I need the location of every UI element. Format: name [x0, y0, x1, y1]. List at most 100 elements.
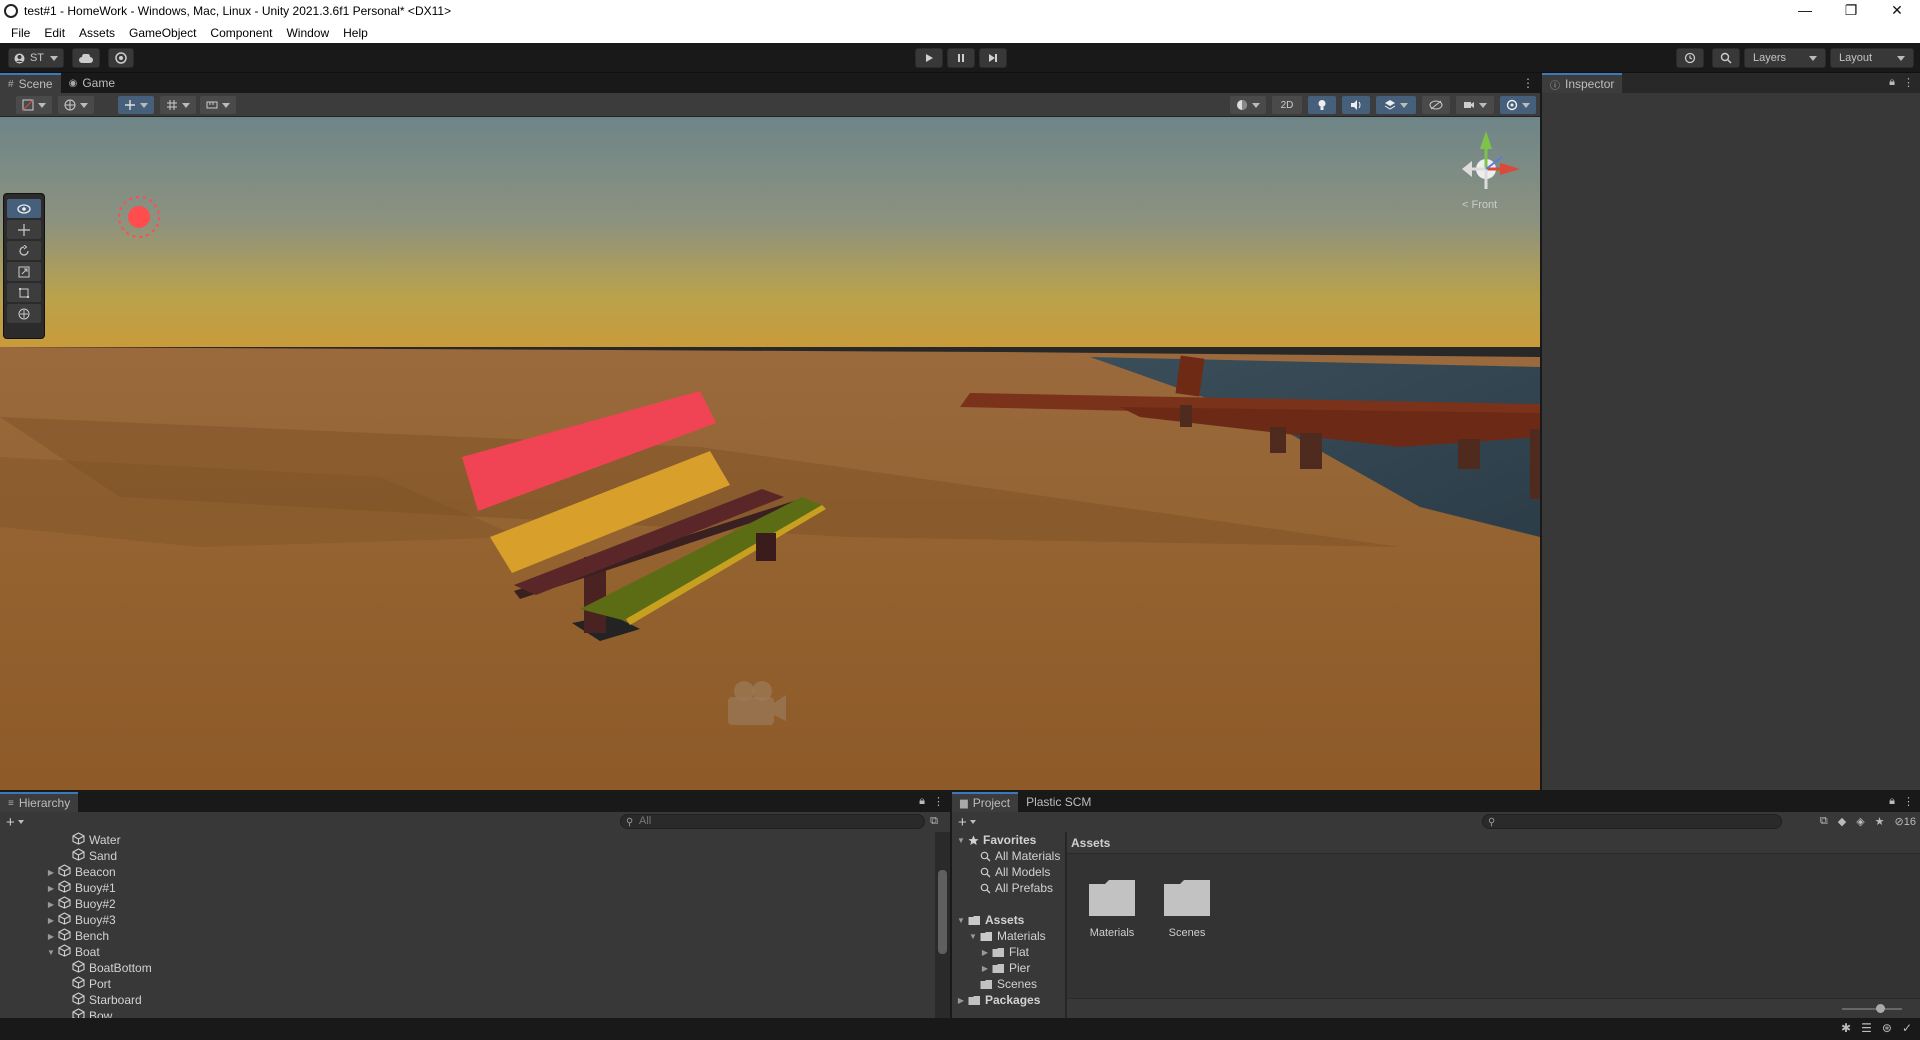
chevron-down-icon[interactable]: ▼: [46, 948, 56, 957]
label-icon[interactable]: ◈: [1856, 815, 1864, 828]
menu-gameobject[interactable]: GameObject: [122, 26, 203, 40]
close-button[interactable]: ✕: [1874, 0, 1920, 22]
collab-button[interactable]: [108, 48, 134, 68]
menu-assets[interactable]: Assets: [72, 26, 122, 40]
layers-dropdown[interactable]: Layers: [1744, 48, 1826, 68]
scene-visibility-icon[interactable]: ⧉: [930, 815, 938, 828]
project-tree-item[interactable]: All Materials: [952, 848, 1065, 864]
menu-window[interactable]: Window: [279, 26, 336, 40]
chevron-right-icon[interactable]: ▶: [46, 868, 56, 877]
tab-game[interactable]: ◉ Game: [60, 73, 124, 93]
asset-folder-scenes[interactable]: Scenes: [1152, 876, 1222, 939]
lock-icon[interactable]: 🔒︎: [919, 795, 925, 808]
progress-check-icon[interactable]: ✓: [1902, 1021, 1912, 1035]
chevron-right-icon[interactable]: ▶: [46, 900, 56, 909]
move-snap-dropdown[interactable]: [118, 96, 154, 114]
view-tool-button[interactable]: [7, 199, 41, 218]
audio-toggle[interactable]: [1342, 96, 1370, 114]
project-tree-item[interactable]: ▶ Packages: [952, 992, 1065, 1008]
chevron-right-icon[interactable]: ▶: [46, 932, 56, 941]
more-options-icon[interactable]: ⋮: [933, 795, 944, 808]
scene-viewport[interactable]: < Front: [0, 117, 1540, 790]
favorite-star-icon[interactable]: ★: [1875, 815, 1885, 828]
filter-icon[interactable]: ◆: [1838, 815, 1846, 828]
project-tree-item[interactable]: ▶ Pier: [952, 960, 1065, 976]
project-tree-item[interactable]: All Models: [952, 864, 1065, 880]
icon-size-slider[interactable]: [1842, 1004, 1902, 1013]
lighting-toggle[interactable]: [1308, 96, 1336, 114]
chevron-right-icon[interactable]: ▶: [46, 916, 56, 925]
tab-plastic-scm[interactable]: Plastic SCM: [1018, 792, 1100, 812]
account-dropdown[interactable]: ST: [8, 48, 64, 68]
menu-help[interactable]: Help: [336, 26, 375, 40]
search-by-type-icon[interactable]: ⧉: [1820, 815, 1828, 828]
history-button[interactable]: [1676, 48, 1704, 68]
project-tree-item[interactable]: ▶ Flat: [952, 944, 1065, 960]
rotate-tool-button[interactable]: [7, 241, 41, 260]
search-button[interactable]: [1712, 48, 1740, 68]
tab-project[interactable]: ▆ Project: [952, 792, 1019, 812]
gizmos-dropdown[interactable]: [1500, 96, 1536, 114]
transform-tool-button[interactable]: [7, 304, 41, 323]
effects-dropdown[interactable]: [1376, 96, 1416, 114]
chevron-down-icon[interactable]: ▼: [968, 932, 978, 941]
hierarchy-scrollbar[interactable]: [935, 832, 950, 1018]
hierarchy-item[interactable]: ▶ Buoy#2: [0, 896, 935, 912]
gizmo-view-label[interactable]: < Front: [1462, 199, 1497, 211]
project-search-input[interactable]: ⚲: [1482, 814, 1782, 829]
cloud-button[interactable]: [72, 48, 100, 68]
scale-tool-button[interactable]: [7, 262, 41, 281]
chevron-right-icon[interactable]: ▶: [46, 884, 56, 893]
asset-folder-materials[interactable]: Materials: [1077, 876, 1147, 939]
grid-snap-dropdown[interactable]: [160, 96, 196, 114]
chevron-right-icon[interactable]: ▶: [980, 948, 990, 957]
hierarchy-item[interactable]: ▶ Buoy#3: [0, 912, 935, 928]
menu-file[interactable]: File: [4, 26, 37, 40]
project-tree-item[interactable]: Scenes: [952, 976, 1065, 992]
layout-dropdown[interactable]: Layout: [1830, 48, 1914, 68]
more-options-icon[interactable]: ⋮: [1903, 76, 1914, 89]
toggle-2d-button[interactable]: 2D: [1272, 96, 1302, 114]
chevron-right-icon[interactable]: ▶: [956, 996, 966, 1005]
create-asset-dropdown[interactable]: +: [958, 814, 976, 831]
chevron-down-icon[interactable]: ▼: [956, 836, 966, 845]
step-button[interactable]: [979, 48, 1007, 68]
hierarchy-item[interactable]: BoatBottom: [0, 960, 935, 976]
hidden-packages-toggle[interactable]: ⊘16: [1895, 815, 1916, 828]
database-icon[interactable]: ☰: [1861, 1021, 1872, 1035]
breadcrumb[interactable]: Assets: [1067, 832, 1920, 854]
hierarchy-item[interactable]: Port: [0, 976, 935, 992]
menu-component[interactable]: Component: [203, 26, 279, 40]
tab-scene[interactable]: # Scene: [0, 73, 61, 93]
project-tree-item[interactable]: ▼ Materials: [952, 928, 1065, 944]
hierarchy-item[interactable]: ▶ Bench: [0, 928, 935, 944]
render-mode-dropdown[interactable]: [58, 96, 94, 114]
project-tree-item[interactable]: All Prefabs: [952, 880, 1065, 896]
scrollbar-thumb[interactable]: [938, 870, 947, 954]
maximize-button[interactable]: ❐: [1828, 0, 1874, 22]
play-button[interactable]: [915, 48, 943, 68]
hierarchy-item[interactable]: ▶ Buoy#1: [0, 880, 935, 896]
menu-edit[interactable]: Edit: [37, 26, 72, 40]
lock-icon[interactable]: 🔒︎: [1889, 795, 1895, 808]
hidden-objects-toggle[interactable]: [1422, 96, 1450, 114]
camera-settings-dropdown[interactable]: [1456, 96, 1494, 114]
lock-icon[interactable]: 🔒︎: [1889, 76, 1895, 89]
slider-thumb[interactable]: [1876, 1004, 1885, 1013]
increment-snap-dropdown[interactable]: [200, 96, 236, 114]
chevron-down-icon[interactable]: ▼: [956, 916, 966, 925]
tab-inspector[interactable]: ⓘ Inspector: [1542, 73, 1623, 93]
project-tree-item[interactable]: ▼ Favorites: [952, 832, 1065, 848]
bug-icon[interactable]: ✱: [1841, 1021, 1851, 1035]
hierarchy-item[interactable]: ▼ Boat: [0, 944, 935, 960]
rect-tool-button[interactable]: [7, 283, 41, 302]
pause-button[interactable]: [947, 48, 975, 68]
auto-generate-lighting-icon[interactable]: ⊛: [1882, 1021, 1892, 1035]
more-options-icon[interactable]: ⋮: [1522, 76, 1534, 90]
hierarchy-item[interactable]: Sand: [0, 848, 935, 864]
chevron-right-icon[interactable]: ▶: [980, 964, 990, 973]
tab-hierarchy[interactable]: ≡ Hierarchy: [0, 792, 79, 812]
minimize-button[interactable]: —: [1782, 0, 1828, 22]
hierarchy-item[interactable]: Bow: [0, 1008, 935, 1018]
hierarchy-search-input[interactable]: ⚲ All: [620, 814, 925, 829]
